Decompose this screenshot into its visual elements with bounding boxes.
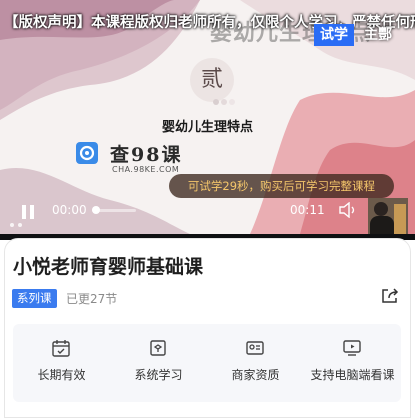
teacher-camera-thumbnail[interactable] bbox=[368, 198, 408, 234]
pause-bar-icon bbox=[22, 205, 26, 219]
feature-item: 商家资质 bbox=[207, 324, 304, 402]
volume-icon[interactable] bbox=[339, 202, 357, 218]
share-icon[interactable] bbox=[381, 288, 399, 304]
feature-list: 长期有效 系统学习 商家资质 支持电脑端看课 bbox=[13, 324, 401, 402]
current-time: 00:00 bbox=[52, 203, 87, 217]
brand-url: CHA.98KE.COM bbox=[112, 165, 180, 174]
progress-thumb[interactable] bbox=[92, 206, 100, 214]
slide-number-badge: 贰 bbox=[190, 58, 234, 102]
update-count: 已更27节 bbox=[66, 292, 118, 306]
calendar-icon bbox=[52, 340, 70, 357]
feature-item: 系统学习 bbox=[110, 324, 207, 402]
feature-label: 长期有效 bbox=[37, 368, 86, 382]
video-player[interactable]: 婴幼儿生理特点 贰 婴幼儿生理特点 查98课 CHA.98KE.COM 【版权声… bbox=[0, 0, 415, 240]
slide-title: 婴幼儿生理特点 bbox=[161, 120, 253, 135]
series-tag: 系列课 bbox=[12, 289, 57, 308]
brand-logo-text: 查98课 bbox=[110, 144, 183, 166]
trial-tip[interactable]: 可试学29秒，购买后可学习完整课程 bbox=[169, 174, 394, 198]
feature-label: 商家资质 bbox=[231, 368, 280, 382]
book-icon bbox=[150, 340, 166, 356]
badge-decoration bbox=[213, 99, 235, 105]
pause-bar-icon bbox=[30, 205, 34, 219]
id-card-icon bbox=[246, 341, 264, 355]
brand-logo-icon bbox=[76, 142, 98, 164]
monitor-play-icon bbox=[343, 340, 361, 356]
slide-indicator bbox=[10, 223, 30, 227]
feature-item: 支持电脑端看课 bbox=[304, 324, 401, 402]
speaker-tag: 主酆 bbox=[364, 27, 392, 43]
pause-button[interactable] bbox=[21, 205, 35, 219]
feature-item: 长期有效 bbox=[13, 324, 110, 402]
feature-label: 支持电脑端看课 bbox=[310, 368, 395, 382]
total-time: 00:11 bbox=[290, 203, 325, 217]
feature-label: 系统学习 bbox=[134, 368, 183, 382]
course-title: 小悦老师育婴师基础课 bbox=[13, 256, 204, 278]
trial-tag: 试学 bbox=[314, 24, 354, 46]
